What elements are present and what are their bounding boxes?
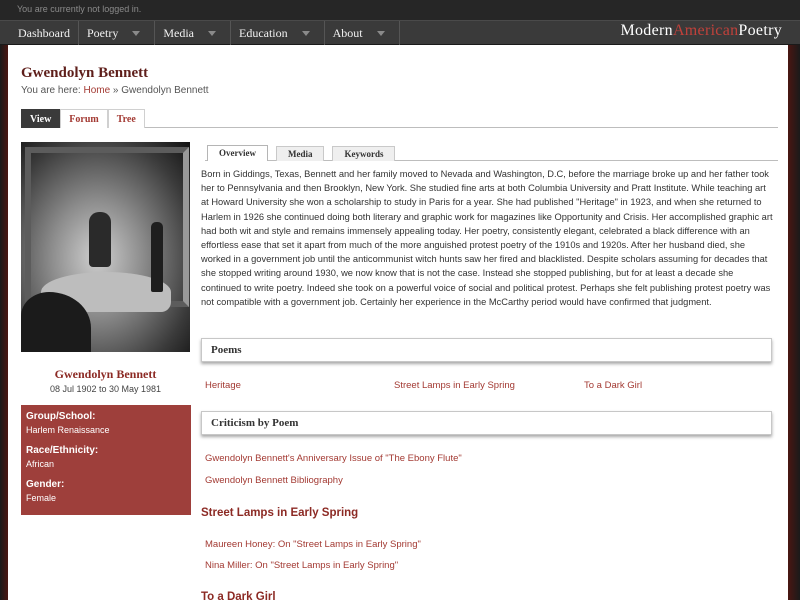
login-status: You are currently not logged in. — [0, 0, 800, 20]
content-tabs: Overview Media Keywords — [205, 144, 778, 161]
nav-education[interactable]: Education — [231, 21, 325, 45]
poem-link-heritage[interactable]: Heritage — [205, 380, 241, 391]
right-border-decoration — [788, 45, 800, 600]
nav-label: Media — [163, 25, 194, 40]
nav-label: Education — [238, 25, 288, 40]
tab-view[interactable]: View — [21, 109, 61, 128]
site-logo[interactable]: ModernAmericanPoetry — [620, 22, 782, 40]
poem-link-dark-girl[interactable]: To a Dark Girl — [584, 380, 642, 391]
chevron-down-icon — [301, 30, 310, 36]
tab-media[interactable]: Media — [275, 146, 325, 161]
breadcrumb-prefix: You are here: — [21, 85, 84, 96]
nav-poetry[interactable]: Poetry — [79, 21, 156, 45]
author-biography: Born in Giddings, Texas, Bennett and her… — [201, 169, 773, 307]
nav-media[interactable]: Media — [155, 21, 231, 45]
nav-label: About — [332, 25, 363, 40]
criticism-link-honey[interactable]: Maureen Honey: On "Street Lamps in Early… — [205, 539, 421, 550]
criticism-link-bibliography[interactable]: Gwendolyn Bennett Bibliography — [205, 475, 343, 486]
info-value-race[interactable]: African — [26, 459, 186, 469]
poem-link-street-lamps[interactable]: Street Lamps in Early Spring — [394, 380, 515, 391]
left-border-decoration — [0, 45, 8, 600]
photo-vase — [89, 212, 111, 267]
chevron-down-icon — [132, 30, 141, 36]
criticism-section-header: Criticism by Poem — [201, 411, 772, 435]
tab-keywords[interactable]: Keywords — [332, 146, 396, 161]
chevron-down-icon — [207, 30, 216, 36]
breadcrumb-home-link[interactable]: Home — [83, 85, 110, 96]
author-info-box: Group/School: Harlem Renaissance Race/Et… — [21, 405, 191, 515]
nav-dashboard[interactable]: Dashboard — [10, 21, 79, 45]
main-nav: Dashboard Poetry Media Education About M… — [0, 20, 800, 45]
main-content: Gwendolyn Bennett You are here: Home » G… — [8, 45, 788, 600]
poems-section-header: Poems — [201, 338, 772, 362]
info-label-gender: Gender: — [26, 479, 65, 490]
tab-overview[interactable]: Overview — [207, 145, 268, 161]
nav-label: Dashboard — [18, 25, 70, 40]
tab-tree[interactable]: Tree — [107, 109, 145, 128]
info-value-gender[interactable]: Female — [26, 493, 186, 503]
logo-part-poetry: Poetry — [738, 22, 782, 39]
info-value-group[interactable]: Harlem Renaissance — [26, 425, 186, 435]
criticism-group-heading: To a Dark Girl — [201, 591, 276, 600]
tab-forum[interactable]: Forum — [60, 109, 108, 128]
author-name: Gwendolyn Bennett — [54, 367, 157, 381]
criticism-link-ebony-flute[interactable]: Gwendolyn Bennett's Anniversary Issue of… — [205, 453, 462, 464]
logo-part-modern: Modern — [620, 22, 673, 39]
info-label-race: Race/Ethnicity: — [26, 445, 99, 456]
info-label-group: Group/School: — [26, 411, 96, 422]
page-title: Gwendolyn Bennett — [21, 65, 149, 81]
breadcrumb-separator: » — [110, 85, 122, 96]
nav-label: Poetry — [86, 25, 119, 40]
page-tabs: View Forum Tree — [21, 109, 778, 128]
breadcrumb: You are here: Home » Gwendolyn Bennett — [21, 85, 209, 96]
photo-bottle — [151, 222, 163, 292]
author-dates: 08 Jul 1902 to 30 May 1981 — [49, 384, 162, 394]
breadcrumb-current: Gwendolyn Bennett — [121, 85, 209, 96]
criticism-link-miller[interactable]: Nina Miller: On "Street Lamps in Early S… — [205, 560, 398, 571]
author-photo — [21, 142, 190, 352]
nav-about[interactable]: About — [325, 21, 400, 45]
logo-part-american: American — [672, 22, 739, 39]
criticism-group-heading: Street Lamps in Early Spring — [201, 507, 359, 519]
chevron-down-icon — [376, 30, 385, 36]
